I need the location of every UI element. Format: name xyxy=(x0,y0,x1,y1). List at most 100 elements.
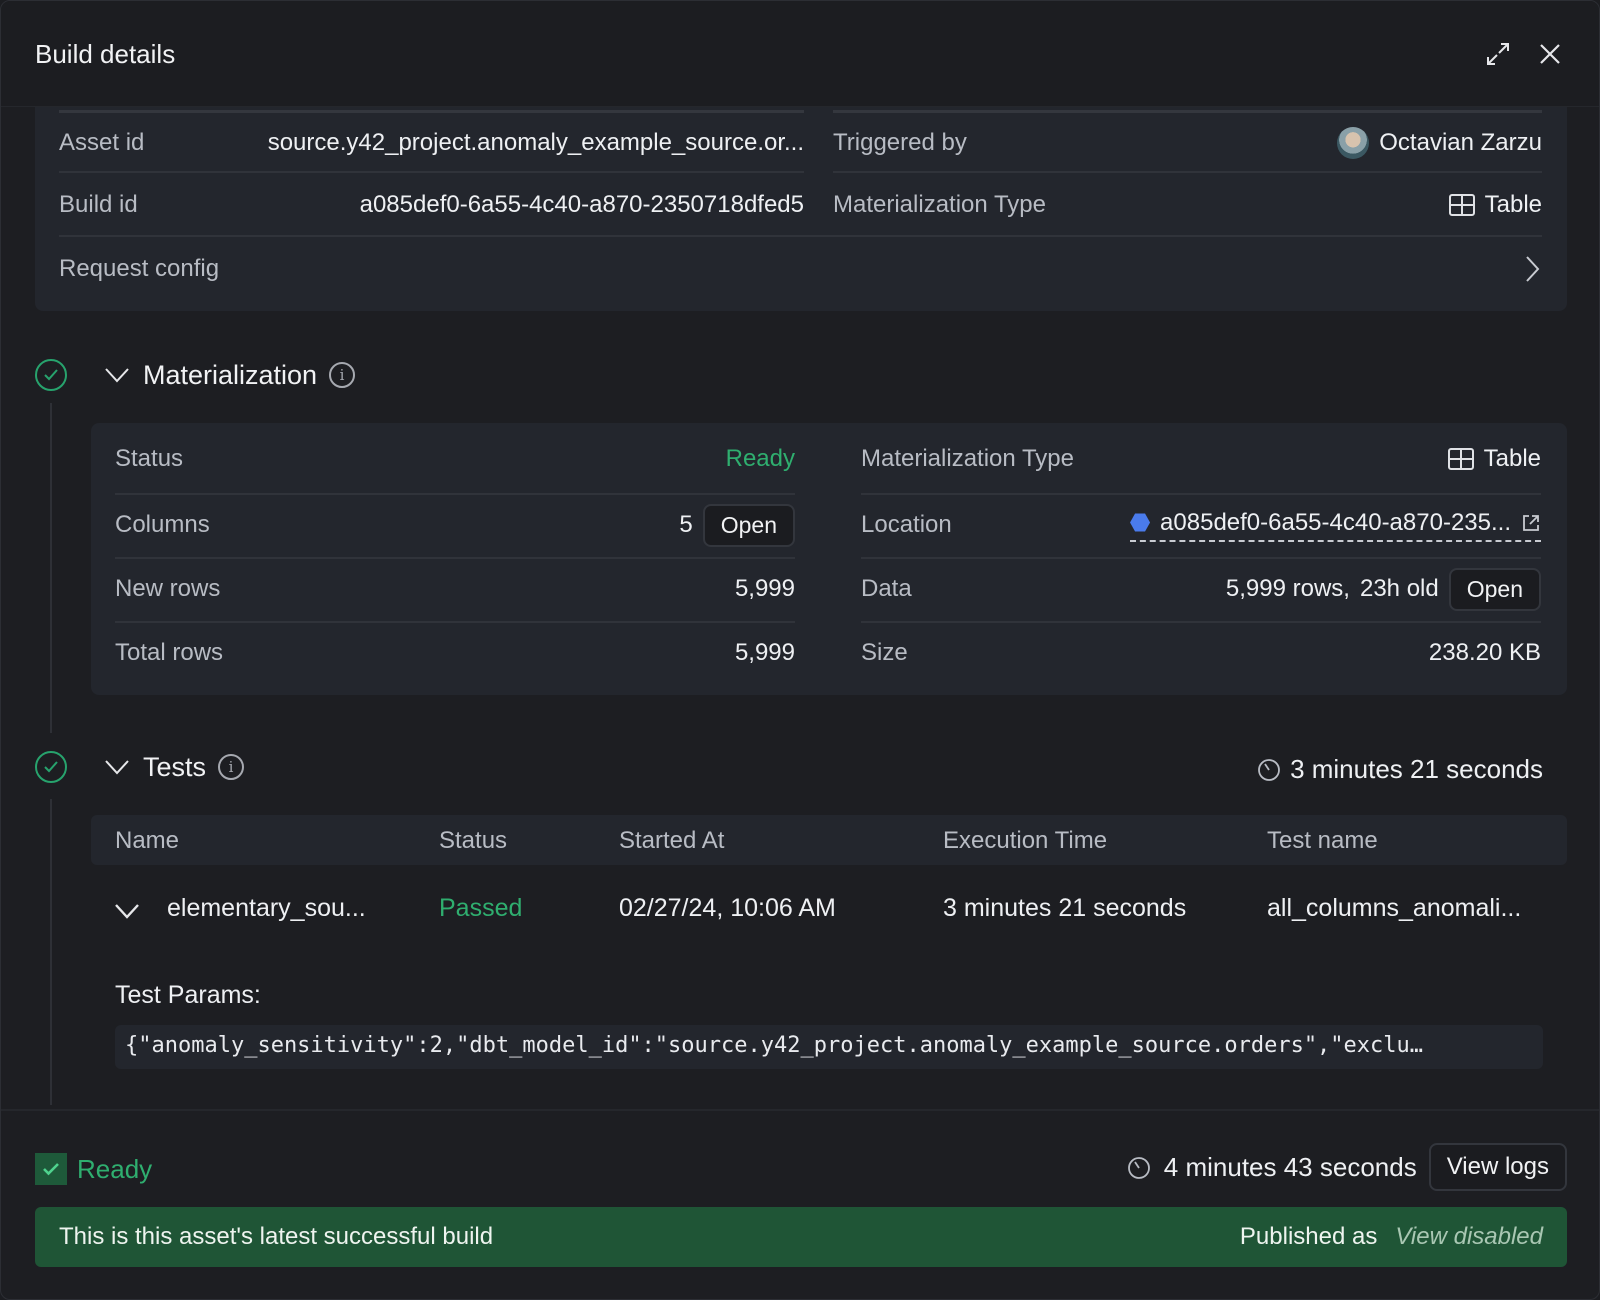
location-row: Location a085def0-6a55-4c40-a870-235... xyxy=(861,501,1541,549)
size-value: 238.20 KB xyxy=(1428,639,1541,666)
test-params-code: {"anomaly_sensitivity":2,"dbt_model_id":… xyxy=(115,1025,1543,1069)
view-logs-button[interactable]: View logs xyxy=(1428,1143,1567,1191)
columns-label: Columns xyxy=(115,511,210,538)
test-row-execution-time: 3 minutes 21 seconds xyxy=(943,894,1187,922)
columns-row: Columns 5 Open xyxy=(115,501,795,549)
test-row-started-at: 02/27/24, 10:06 AM xyxy=(619,894,836,922)
materialization-section-header: Materialization i xyxy=(35,359,356,391)
asset-id-value: source.y42_project.anomaly_example_sourc… xyxy=(267,129,804,156)
close-x-icon xyxy=(1540,44,1560,64)
expand-button[interactable] xyxy=(1483,39,1513,69)
banner-text: This is this asset's latest successful b… xyxy=(59,1223,494,1250)
footer-status-value: Ready xyxy=(77,1153,153,1184)
chevron-down-icon[interactable] xyxy=(113,901,141,921)
total-rows-row: Total rows 5,999 xyxy=(115,629,795,677)
status-value: Ready xyxy=(725,445,795,472)
columns-value: 5 xyxy=(679,511,693,538)
footer-status: Ready xyxy=(35,1151,152,1187)
asset-id-label: Asset id xyxy=(59,129,145,156)
request-config-row[interactable]: Request config xyxy=(59,247,1542,291)
build-details-panel: Build details Asset id source.y42_projec… xyxy=(0,0,1600,1300)
col-header-status[interactable]: Status xyxy=(439,827,507,855)
col-header-started-at[interactable]: Started At xyxy=(619,827,724,855)
asset-id-row: Asset id source.y42_project.anomaly_exam… xyxy=(59,123,804,163)
triggered-by-label: Triggered by xyxy=(833,129,967,156)
build-id-row: Build id a085def0-6a55-4c40-a870-2350718… xyxy=(59,185,804,225)
new-rows-value: 5,999 xyxy=(734,575,795,602)
tests-duration-value: 3 minutes 21 seconds xyxy=(1290,753,1543,784)
test-row-test-name: all_columns_anomali... xyxy=(1267,894,1522,922)
location-link[interactable]: a085def0-6a55-4c40-a870-235... xyxy=(1130,509,1541,542)
mat-type-label: Materialization Type xyxy=(861,445,1074,472)
close-button[interactable] xyxy=(1535,39,1565,69)
chevron-down-icon[interactable] xyxy=(103,365,131,385)
col-header-execution-time[interactable]: Execution Time xyxy=(943,827,1107,855)
build-info-card: Asset id source.y42_project.anomaly_exam… xyxy=(35,107,1567,311)
status-row: Status Ready xyxy=(115,437,795,481)
status-label: Status xyxy=(115,445,184,472)
latest-build-banner: This is this asset's latest successful b… xyxy=(35,1207,1567,1267)
panel-title: Build details xyxy=(35,39,176,69)
location-label: Location xyxy=(861,511,952,538)
location-value: a085def0-6a55-4c40-a870-235... xyxy=(1160,508,1511,536)
table-icon xyxy=(1448,194,1475,216)
total-rows-label: Total rows xyxy=(115,639,224,666)
timer-icon xyxy=(1127,1157,1150,1179)
data-row: Data 5,999 rows, 23h old Open xyxy=(861,565,1541,613)
triggered-by-row: Triggered by Octavian Zarzu xyxy=(833,123,1542,163)
test-params-label: Test Params: xyxy=(115,981,261,1009)
divider xyxy=(59,110,804,113)
table-icon xyxy=(1447,448,1474,470)
test-row-status: Passed xyxy=(439,894,523,922)
request-config-label: Request config xyxy=(59,255,220,282)
bigquery-icon xyxy=(1130,513,1151,532)
expand-arrows-icon xyxy=(1487,43,1509,65)
timeline-line xyxy=(50,799,52,1105)
success-check-icon xyxy=(35,359,67,391)
triggered-by-value: Octavian Zarzu xyxy=(1379,129,1542,156)
tests-section-header: Tests i xyxy=(35,751,245,783)
open-data-button[interactable]: Open xyxy=(1448,567,1541,611)
published-as-label: Published as xyxy=(1239,1223,1378,1250)
info-icon[interactable]: i xyxy=(218,754,245,780)
panel-header: Build details xyxy=(1,1,1599,107)
ready-check-icon xyxy=(35,1153,67,1185)
test-row-name: elementary_sou... xyxy=(167,894,366,922)
tests-duration: 3 minutes 21 seconds xyxy=(1237,751,1543,787)
divider xyxy=(833,110,1542,113)
timer-icon xyxy=(1258,759,1280,781)
footer-divider xyxy=(1,1109,1599,1111)
build-duration-value: 4 minutes 43 seconds xyxy=(1163,1151,1417,1182)
new-rows-row: New rows 5,999 xyxy=(115,565,795,613)
timeline-line xyxy=(50,403,52,733)
footer-right: 4 minutes 43 seconds View logs xyxy=(1091,1143,1567,1191)
col-header-test-name[interactable]: Test name xyxy=(1267,827,1378,855)
chevron-down-icon[interactable] xyxy=(103,757,131,777)
materialization-type-label: Materialization Type xyxy=(833,191,1046,218)
mat-type-value: Table xyxy=(1483,445,1541,472)
external-link-icon xyxy=(1523,514,1539,531)
published-as-value: View disabled xyxy=(1395,1223,1543,1250)
data-rows-value: 5,999 rows, xyxy=(1225,575,1350,602)
data-label: Data xyxy=(861,575,912,602)
col-header-name[interactable]: Name xyxy=(115,827,179,855)
size-label: Size xyxy=(861,639,908,666)
tests-table-header: Name Status Started At Execution Time Te… xyxy=(91,815,1567,865)
open-columns-button[interactable]: Open xyxy=(702,503,795,547)
data-age-value: 23h old xyxy=(1359,575,1439,602)
total-rows-value: 5,999 xyxy=(734,639,795,666)
materialization-title: Materialization xyxy=(143,359,318,390)
size-row: Size 238.20 KB xyxy=(861,629,1541,677)
info-icon[interactable]: i xyxy=(329,362,356,388)
chevron-right-icon xyxy=(1526,256,1540,282)
user-avatar xyxy=(1337,127,1370,159)
success-check-icon xyxy=(35,751,67,783)
mat-type-row: Materialization Type Table xyxy=(861,437,1541,481)
tests-title: Tests xyxy=(143,751,207,782)
materialization-type-row: Materialization Type Table xyxy=(833,185,1542,225)
new-rows-label: New rows xyxy=(115,575,221,602)
materialization-card: Status Ready Columns 5 Open New rows 5,99… xyxy=(91,423,1567,695)
materialization-type-value: Table xyxy=(1484,191,1542,218)
build-id-label: Build id xyxy=(59,191,138,218)
build-id-value: a085def0-6a55-4c40-a870-2350718dfed5 xyxy=(359,191,804,218)
